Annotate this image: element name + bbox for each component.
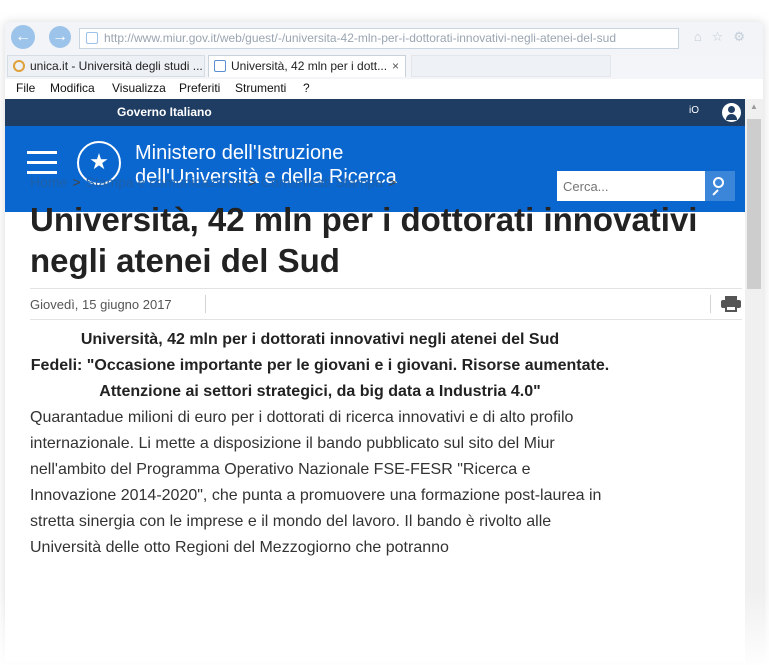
search-button[interactable] <box>705 171 735 201</box>
print-icon[interactable] <box>721 296 741 312</box>
scroll-up-icon[interactable]: ▲ <box>745 99 763 115</box>
address-bar[interactable]: http://www.miur.gov.it/web/guest/-/unive… <box>79 28 679 49</box>
article-subheads: Università, 42 mln per i dottorati innov… <box>30 327 610 405</box>
tab-strip: unica.it - Università degli studi ... Un… <box>5 55 763 79</box>
divider <box>710 295 711 313</box>
bottom-fade-overlay <box>0 590 769 670</box>
unica-favicon-icon <box>13 60 25 72</box>
breadcrumb: Home > Stampa e comunicazione > Comunicati S… <box>30 174 401 190</box>
back-arrow-icon[interactable]: ← <box>11 25 35 49</box>
menu-strumenti[interactable]: Strumenti <box>235 81 286 95</box>
menu-file[interactable]: File <box>16 81 35 95</box>
browser-window: ← → http://www.miur.gov.it/web/guest/-/u… <box>5 22 763 662</box>
breadcrumb-comunicati[interactable]: Comunicati Stampa <box>261 174 383 190</box>
page-favicon-icon <box>214 60 226 72</box>
address-url: http://www.miur.gov.it/web/guest/-/unive… <box>104 31 616 45</box>
article-date: Giovedì, 15 giugno 2017 <box>30 297 172 312</box>
subhead-line: Attenzione ai settori strategici, da big… <box>99 383 541 400</box>
divider <box>205 295 206 313</box>
scroll-thumb[interactable] <box>747 119 761 289</box>
gov-label[interactable]: Governo Italiano <box>117 105 212 119</box>
hamburger-icon[interactable] <box>27 151 57 175</box>
breadcrumb-stampa[interactable]: Stampa e comunicazione <box>86 174 243 190</box>
user-icon[interactable] <box>722 103 741 122</box>
menu-visualizza[interactable]: Visualizza <box>112 81 166 95</box>
lang-label[interactable]: iO <box>689 105 699 116</box>
tab-label: Università, 42 mln per i dott... <box>231 59 388 73</box>
page-viewport: Governo Italiano iO ★ Ministero dell'Ist… <box>5 99 745 662</box>
page-title: Università, 42 mln per i dottorati innov… <box>30 201 698 279</box>
tab-miur-article[interactable]: Università, 42 mln per i dott... × <box>208 55 406 77</box>
print-icon-paper <box>725 305 737 312</box>
breadcrumb-separator: > <box>247 174 256 190</box>
subhead-line: Fedeli: "Occasione importante per le gio… <box>30 357 610 374</box>
tab-close-icon[interactable]: × <box>392 56 399 76</box>
date-row: Giovedì, 15 giugno 2017 <box>30 288 742 320</box>
tab-unica[interactable]: unica.it - Università degli studi ... <box>7 55 205 77</box>
new-tab-button[interactable] <box>411 55 611 77</box>
menu-preferiti[interactable]: Preferiti <box>179 81 220 95</box>
menu-help[interactable]: ? <box>303 81 310 95</box>
forward-arrow-icon[interactable]: → <box>49 26 71 48</box>
toolbar-icons[interactable]: ⌂☆⚙ <box>694 29 755 45</box>
breadcrumb-home[interactable]: Home <box>30 174 67 190</box>
article-body: Quarantadue milioni di euro per i dottor… <box>30 409 602 556</box>
search-icon-handle <box>712 189 719 196</box>
vertical-scrollbar[interactable]: ▲ <box>745 99 763 662</box>
search-icon <box>713 177 724 188</box>
tab-label: unica.it - Università degli studi ... <box>30 59 203 73</box>
top-fade-overlay <box>0 0 769 22</box>
menu-bar: File Modifica Visualizza Preferiti Strum… <box>5 79 763 100</box>
search-input[interactable] <box>557 171 705 201</box>
breadcrumb-separator: > <box>72 174 81 190</box>
address-toolbar: ← → http://www.miur.gov.it/web/guest/-/u… <box>5 22 763 55</box>
breadcrumb-separator: > <box>388 174 397 190</box>
subhead-line: Università, 42 mln per i dottorati innov… <box>80 331 560 348</box>
ministry-title-line1: Ministero dell'Istruzione <box>135 142 344 164</box>
page-favicon-icon <box>86 32 98 44</box>
menu-modifica[interactable]: Modifica <box>50 81 95 95</box>
government-bar: Governo Italiano iO <box>5 99 745 126</box>
